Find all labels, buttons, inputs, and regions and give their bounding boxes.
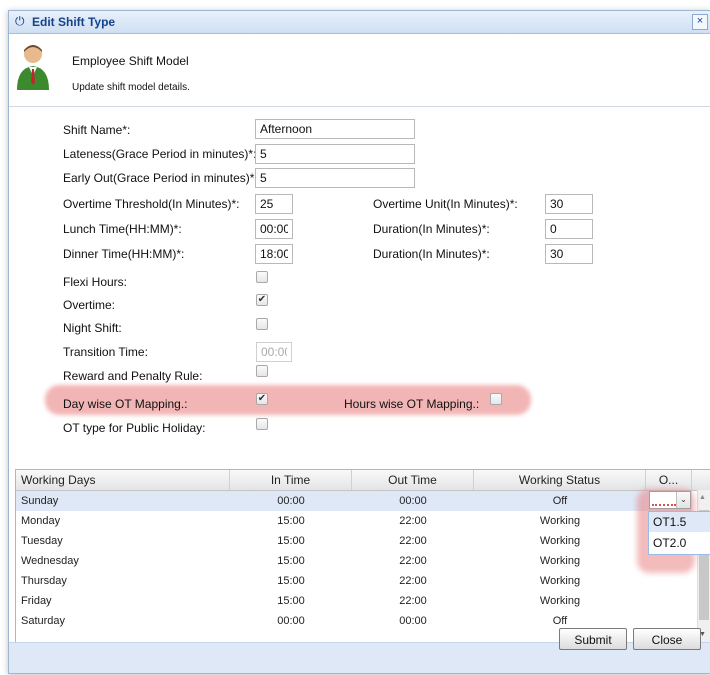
submit-button[interactable]: Submit	[559, 628, 627, 650]
cell-day: Sunday	[21, 495, 59, 507]
cell-out-time: 00:00	[399, 495, 427, 507]
cell-day: Monday	[21, 515, 61, 527]
cell-out-time: 22:00	[399, 515, 427, 527]
cell-out-time: 22:00	[399, 535, 427, 547]
table-row[interactable]: Friday 15:00 22:00 Working	[16, 591, 692, 611]
table-row[interactable]: Wednesday 15:00 22:00 Working	[16, 551, 692, 571]
early-out-input[interactable]	[255, 168, 415, 188]
lunch-time-label: Lunch Time(HH:MM)*:	[63, 222, 182, 236]
overtime-unit-label: Overtime Unit(In Minutes)*:	[373, 197, 518, 211]
col-working-status[interactable]: Working Status	[474, 470, 646, 490]
flexi-hours-label: Flexi Hours:	[63, 275, 128, 289]
dinner-time-label: Dinner Time(HH:MM)*:	[63, 247, 185, 261]
working-days-grid: Working Days In Time Out Time Working St…	[15, 469, 710, 643]
overtime-threshold-input[interactable]	[255, 194, 293, 214]
lunch-duration-input[interactable]	[545, 219, 593, 239]
lateness-input[interactable]	[255, 144, 415, 164]
cell-day: Friday	[21, 595, 52, 607]
edit-shift-dialog: ⏻ Edit Shift Type × Employee Shift Model…	[8, 10, 710, 674]
hours-wise-ot-label: Hours wise OT Mapping.:	[344, 397, 480, 411]
transition-time-label: Transition Time:	[63, 345, 148, 359]
header-title: Employee Shift Model	[72, 54, 189, 68]
dinner-time-input[interactable]	[255, 244, 293, 264]
grid-header: Working Days In Time Out Time Working St…	[16, 470, 710, 491]
table-row[interactable]: Tuesday 15:00 22:00 Working	[16, 531, 692, 551]
dialog-title: Edit Shift Type	[32, 15, 116, 29]
spellcheck-underline	[652, 504, 676, 506]
flexi-hours-checkbox[interactable]	[256, 271, 268, 283]
cell-in-time: 15:00	[277, 595, 305, 607]
day-wise-ot-label: Day wise OT Mapping.:	[63, 397, 188, 411]
cell-day: Tuesday	[21, 535, 63, 547]
header-subtitle: Update shift model details.	[72, 82, 190, 93]
cell-status: Working	[539, 595, 581, 607]
cell-day: Wednesday	[21, 555, 79, 567]
night-shift-label: Night Shift:	[63, 321, 122, 335]
cell-day: Saturday	[21, 615, 66, 627]
chevron-down-icon[interactable]: ⌄	[676, 492, 690, 508]
cell-in-time: 15:00	[277, 555, 305, 567]
ot-public-holiday-label: OT type for Public Holiday:	[63, 421, 206, 435]
ot-type-combo[interactable]: ⌄	[649, 491, 691, 509]
ot-option[interactable]: OT2.0	[649, 533, 710, 553]
hours-wise-ot-checkbox[interactable]	[490, 393, 502, 405]
col-ot-type[interactable]: O...	[646, 470, 692, 490]
dinner-duration-label: Duration(In Minutes)*:	[373, 247, 490, 261]
cell-in-time: 15:00	[277, 575, 305, 587]
cell-out-time: 00:00	[399, 615, 427, 627]
col-out-time[interactable]: Out Time	[352, 470, 474, 490]
table-row[interactable]: Monday 15:00 22:00 Working	[16, 511, 692, 531]
lunch-duration-label: Duration(In Minutes)*:	[373, 222, 490, 236]
reward-penalty-checkbox[interactable]	[256, 365, 268, 377]
shift-name-label: Shift Name*:	[63, 123, 131, 137]
dialog-header: Employee Shift Model Update shift model …	[9, 34, 710, 107]
ot-type-list: OT1.5 OT2.0	[648, 511, 710, 555]
cell-status: Working	[539, 555, 581, 567]
overtime-checkbox[interactable]: ✔	[256, 294, 268, 306]
reward-penalty-label: Reward and Penalty Rule:	[63, 369, 203, 383]
day-wise-ot-checkbox[interactable]: ✔	[256, 393, 268, 405]
employee-avatar-icon	[17, 45, 49, 90]
close-button[interactable]: Close	[633, 628, 701, 650]
shift-name-input[interactable]	[255, 119, 415, 139]
close-icon[interactable]: ×	[692, 14, 708, 30]
cell-in-time: 00:00	[277, 615, 305, 627]
scroll-up-icon[interactable]: ▲	[699, 494, 706, 501]
dinner-duration-input[interactable]	[545, 244, 593, 264]
cell-in-time: 15:00	[277, 535, 305, 547]
cell-status: Working	[539, 515, 581, 527]
cell-day: Thursday	[21, 575, 67, 587]
cell-status: Working	[539, 575, 581, 587]
lunch-time-input[interactable]	[255, 219, 293, 239]
table-row[interactable]: Thursday 15:00 22:00 Working	[16, 571, 692, 591]
ot-public-holiday-checkbox[interactable]	[256, 418, 268, 430]
cell-status: Off	[552, 495, 568, 507]
dialog-titlebar: ⏻ Edit Shift Type ×	[9, 11, 710, 34]
table-row[interactable]: Sunday 00:00 00:00 Off	[16, 491, 692, 511]
overtime-threshold-label: Overtime Threshold(In Minutes)*:	[63, 197, 240, 211]
cell-out-time: 22:00	[399, 595, 427, 607]
lateness-label: Lateness(Grace Period in minutes)*:	[63, 147, 257, 161]
cell-out-time: 22:00	[399, 575, 427, 587]
overtime-label: Overtime:	[63, 298, 116, 312]
col-in-time[interactable]: In Time	[230, 470, 352, 490]
night-shift-checkbox[interactable]	[256, 318, 268, 330]
early-out-label: Early Out(Grace Period in minutes)*:	[63, 171, 258, 185]
cell-status: Working	[539, 535, 581, 547]
ot-option[interactable]: OT1.5	[649, 512, 710, 532]
transition-time-input	[256, 342, 292, 362]
col-working-days[interactable]: Working Days	[16, 470, 230, 490]
cell-in-time: 00:00	[277, 495, 305, 507]
power-icon: ⏻	[15, 14, 25, 28]
overtime-unit-input[interactable]	[545, 194, 593, 214]
cell-in-time: 15:00	[277, 515, 305, 527]
cell-out-time: 22:00	[399, 555, 427, 567]
